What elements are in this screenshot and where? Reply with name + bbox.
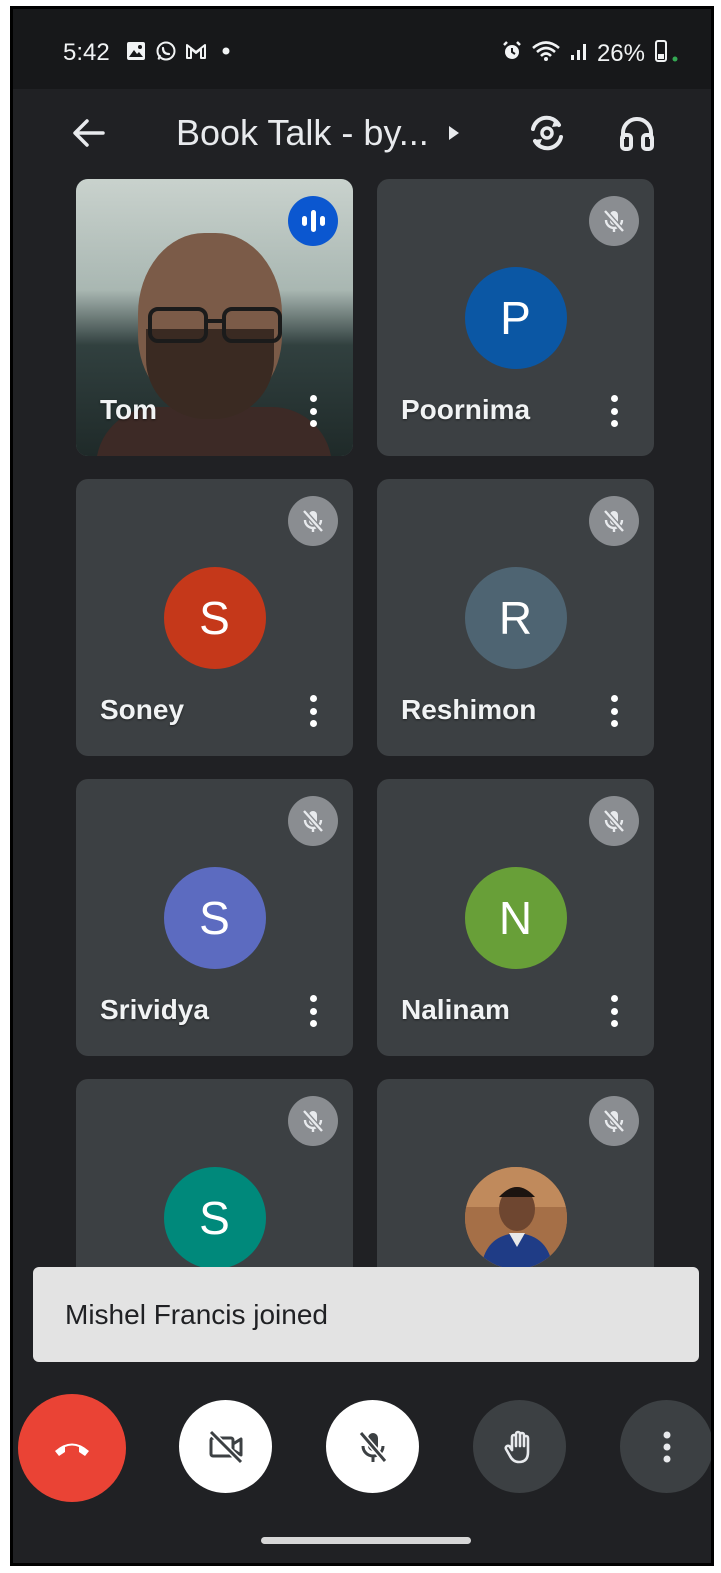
avatar: N xyxy=(464,867,567,969)
participant-more-button[interactable] xyxy=(604,991,624,1031)
home-indicator[interactable] xyxy=(261,1537,471,1544)
meeting-title: Book Talk - by... xyxy=(176,112,429,153)
participant-name: Soney xyxy=(100,694,185,725)
participant-name: Nalinam xyxy=(401,994,510,1025)
avatar: S xyxy=(163,1167,266,1269)
camera-toggle-button[interactable] xyxy=(179,1400,272,1493)
microphone-toggle-button[interactable] xyxy=(326,1400,419,1493)
camera-off-icon xyxy=(208,1429,243,1464)
switch-camera-button[interactable] xyxy=(521,107,573,159)
mic-muted-icon xyxy=(589,1096,639,1146)
participant-tile-soney[interactable]: S Soney xyxy=(76,479,353,756)
phone-screen: 5:42 26% Book Talk - by... Tom P Poornim… xyxy=(10,6,714,1566)
avatar: S xyxy=(163,867,266,969)
raise-hand-icon xyxy=(503,1430,529,1463)
participant-tile-tom[interactable]: Tom xyxy=(76,179,353,456)
avatar: P xyxy=(464,267,567,369)
top-app-bar: Book Talk - by... xyxy=(13,89,711,179)
avatar: R xyxy=(464,567,567,669)
back-button[interactable] xyxy=(65,109,113,157)
signal-icon xyxy=(569,41,589,66)
status-time: 5:42 xyxy=(63,39,110,66)
avatar: S xyxy=(163,567,266,669)
mic-muted-icon xyxy=(589,496,639,546)
raise-hand-button[interactable] xyxy=(473,1400,566,1493)
end-call-icon xyxy=(55,1443,89,1456)
arrow-back-icon xyxy=(73,119,105,147)
notification-icons xyxy=(125,40,237,62)
mic-muted-icon xyxy=(288,496,338,546)
mic-muted-icon xyxy=(589,196,639,246)
participant-more-button[interactable] xyxy=(604,391,624,431)
join-notification-toast: Mishel Francis joined xyxy=(33,1267,699,1362)
profile-photo-avatar xyxy=(464,1167,567,1269)
end-call-button[interactable] xyxy=(18,1394,126,1502)
call-controls xyxy=(13,1394,711,1504)
participant-tile-srividya[interactable]: S Srividya xyxy=(76,779,353,1056)
speaking-indicator-icon xyxy=(288,196,338,246)
participant-more-button[interactable] xyxy=(303,991,323,1031)
meeting-title-button[interactable]: Book Talk - by... xyxy=(176,109,461,157)
audio-output-button[interactable] xyxy=(611,107,663,159)
toast-message: Mishel Francis joined xyxy=(65,1298,328,1330)
wifi-icon xyxy=(531,40,561,67)
participant-more-button[interactable] xyxy=(303,391,323,431)
participant-more-button[interactable] xyxy=(604,691,624,731)
headphones-icon xyxy=(620,117,654,151)
battery-icon xyxy=(653,39,679,68)
participant-tile-poornima[interactable]: P Poornima xyxy=(377,179,654,456)
participant-tile-reshimon[interactable]: R Reshimon xyxy=(377,479,654,756)
more-options-button[interactable] xyxy=(620,1400,711,1493)
caret-right-icon xyxy=(448,126,459,140)
video-person xyxy=(148,307,282,343)
mic-muted-icon xyxy=(589,796,639,846)
participant-name: Reshimon xyxy=(401,694,537,725)
participant-name: Srividya xyxy=(100,994,209,1025)
participant-name: Poornima xyxy=(401,394,531,425)
participant-tile-nalinam[interactable]: N Nalinam xyxy=(377,779,654,1056)
mic-off-icon xyxy=(358,1430,387,1463)
flip-camera-icon xyxy=(531,115,563,151)
participant-more-button[interactable] xyxy=(303,691,323,731)
system-icons: 26% xyxy=(501,39,679,68)
participant-name: Tom xyxy=(100,394,158,425)
dot-icon xyxy=(215,40,237,62)
alarm-icon xyxy=(501,40,523,67)
mic-muted-icon xyxy=(288,1096,338,1146)
more-vert-icon xyxy=(663,1431,670,1462)
gmail-icon xyxy=(185,40,207,62)
mic-muted-icon xyxy=(288,796,338,846)
status-bar: 5:42 26% xyxy=(13,9,711,89)
whatsapp-icon xyxy=(155,40,177,62)
battery-percent: 26% xyxy=(596,39,645,67)
gallery-icon xyxy=(125,40,147,62)
